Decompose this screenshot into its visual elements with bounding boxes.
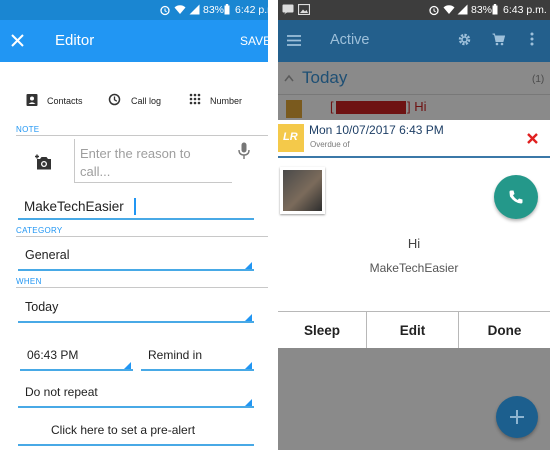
note-box-border [74, 139, 75, 183]
alert-header-divider [278, 156, 550, 158]
list-item-icon [286, 100, 302, 118]
screenshot-divider [268, 0, 278, 450]
category-section-label: CATEGORY [16, 226, 63, 235]
status-bar-right: 83% 6:43 p.m. [278, 0, 550, 20]
app-icon-text: LR [283, 131, 298, 143]
contacts-icon [26, 94, 38, 106]
plus-icon [510, 410, 524, 424]
time-select[interactable]: 06:43 PM [27, 348, 78, 362]
cart-icon[interactable] [492, 33, 505, 46]
note-input[interactable]: Enter the reason to call... [80, 145, 220, 181]
contacts-label: Contacts [47, 96, 83, 106]
note-value[interactable]: MakeTechEasier [24, 199, 124, 214]
phone-icon [509, 190, 523, 204]
call-log-label: Call log [131, 96, 162, 106]
note-box-bottom [74, 182, 232, 183]
note-value-underline [18, 218, 254, 220]
add-reminder-button[interactable] [496, 396, 538, 438]
add-photo-icon[interactable] [34, 154, 54, 171]
app-bar: Editor SAVE [0, 20, 268, 62]
remind-dropdown-icon [245, 362, 252, 369]
remind-underline [141, 369, 254, 371]
alarm-icon [160, 5, 170, 16]
avatar [280, 167, 325, 214]
close-icon[interactable] [11, 34, 24, 47]
battery-icon [224, 4, 230, 15]
prealert-underline [18, 444, 254, 446]
close-alert-icon[interactable] [527, 133, 538, 144]
reminder-alert-dialog: LR Mon 10/07/2017 6:43 PM Overdue of Hi … [278, 120, 550, 348]
note-section-label: NOTE [16, 125, 40, 134]
app-bar-right: Active [278, 20, 550, 62]
time-dropdown-icon [124, 362, 131, 369]
done-button[interactable]: Done [459, 312, 550, 348]
gear-icon[interactable] [458, 33, 471, 46]
alert-status: Overdue of [310, 140, 350, 149]
date-select[interactable]: Today [25, 300, 58, 314]
battery-percent: 83% [203, 4, 225, 16]
image-notification-icon [298, 4, 310, 15]
call-button[interactable] [494, 175, 538, 219]
battery-percent-right: 83% [471, 4, 493, 16]
remind-select[interactable]: Remind in [148, 348, 202, 362]
list-item-text[interactable]: ] Hi [407, 99, 427, 114]
alert-datetime: Mon 10/07/2017 6:43 PM [309, 123, 444, 137]
alert-message: Hi [407, 236, 421, 251]
editor-screen: 83% 6:42 p.m. Editor SAVE Contacts Call … [0, 0, 268, 450]
battery-icon-right [492, 4, 498, 15]
edit-button[interactable]: Edit [367, 312, 458, 348]
collapse-chevron-icon[interactable] [284, 74, 294, 82]
app-icon: LR [278, 124, 304, 152]
list-divider [278, 94, 550, 95]
category-underline [18, 269, 254, 271]
repeat-underline [18, 406, 254, 408]
message-notification-icon [282, 4, 294, 15]
microphone-icon[interactable] [238, 142, 250, 160]
repeat-dropdown-icon [245, 399, 252, 406]
wifi-icon-right [443, 5, 455, 14]
status-bar: 83% 6:42 p.m. [0, 0, 268, 20]
more-options-icon[interactable] [530, 32, 534, 46]
wifi-icon [174, 5, 186, 14]
category-divider [16, 236, 268, 237]
number-label: Number [210, 96, 243, 106]
category-select[interactable]: General [25, 248, 69, 262]
when-divider [16, 287, 268, 288]
page-title: Editor [55, 32, 95, 49]
list-item-bracket: [ [330, 99, 334, 114]
signal-icon [189, 4, 200, 15]
time-underline [20, 369, 133, 371]
alert-header: LR Mon 10/07/2017 6:43 PM Overdue of [278, 120, 550, 156]
menu-icon[interactable] [287, 35, 301, 46]
status-time-right: 6:43 p.m. [503, 4, 547, 16]
alert-contact: MakeTechEasier [369, 261, 459, 275]
when-section-label: WHEN [16, 277, 42, 286]
today-section-label: Today [302, 68, 348, 87]
alarm-icon-right [429, 5, 439, 16]
date-dropdown-icon [245, 314, 252, 321]
dialpad-icon [189, 93, 201, 105]
sleep-button[interactable]: Sleep [278, 312, 366, 348]
save-button[interactable]: SAVE [240, 34, 268, 48]
repeat-select[interactable]: Do not repeat [25, 385, 98, 399]
note-divider [16, 135, 268, 136]
redacted-name [336, 101, 406, 114]
today-count: (1) [532, 74, 545, 85]
avatar-photo [283, 170, 322, 211]
signal-icon-right [457, 4, 468, 15]
active-title: Active [330, 32, 370, 48]
category-dropdown-icon [245, 262, 252, 269]
active-reminders-screen: 83% 6:43 p.m. Active Today (1) [] Hi LR… [278, 0, 550, 450]
call-log-icon [108, 93, 121, 106]
date-underline [18, 321, 254, 323]
prealert-button[interactable]: Click here to set a pre-alert [51, 423, 195, 437]
status-time: 6:42 p.m. [235, 4, 268, 16]
text-cursor [134, 198, 136, 215]
